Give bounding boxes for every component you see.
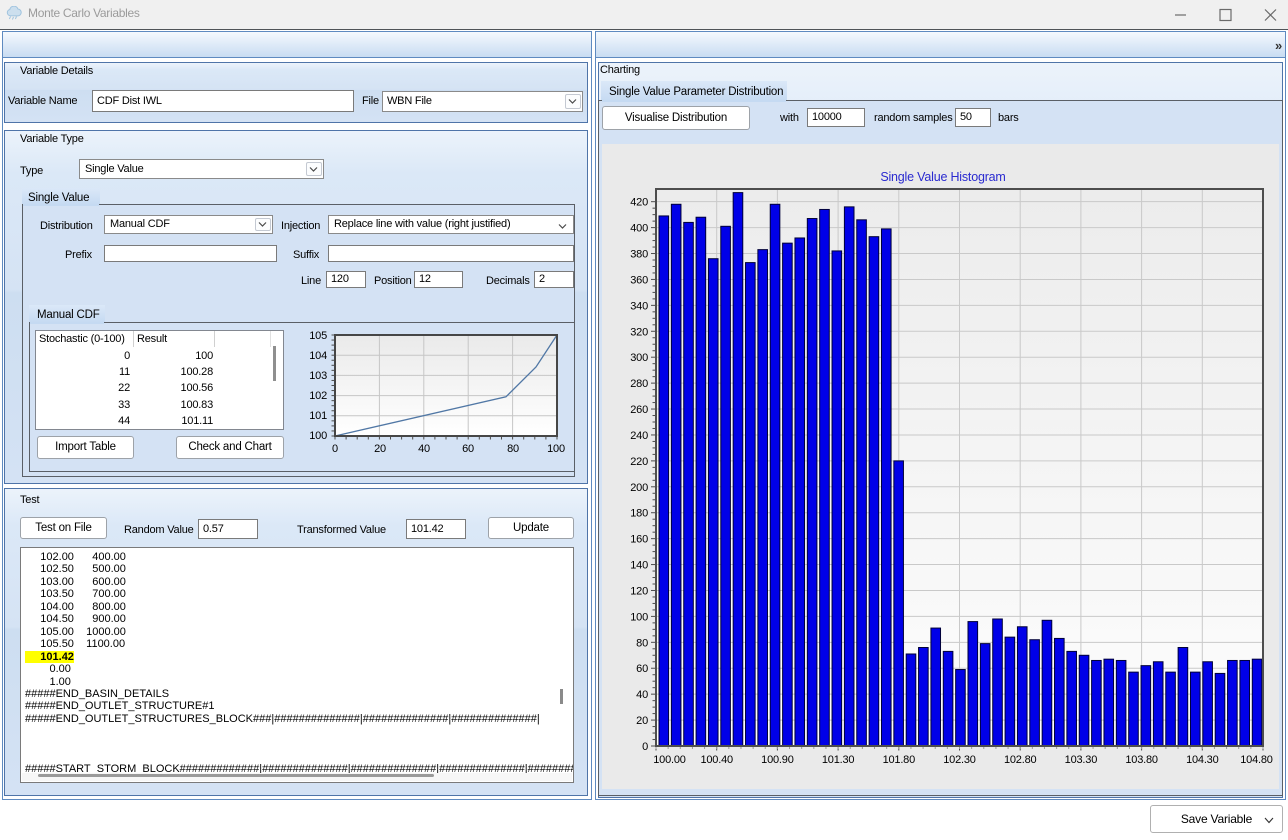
svg-text:101.80: 101.80 [883,754,916,766]
svg-text:40: 40 [418,443,430,455]
svg-text:103.80: 103.80 [1125,754,1158,766]
svg-text:Single Value Histogram: Single Value Histogram [880,170,1005,184]
svg-text:300: 300 [630,352,648,364]
svg-text:140: 140 [630,560,648,572]
svg-text:60: 60 [462,443,474,455]
svg-text:0: 0 [332,443,338,455]
svg-text:320: 320 [630,326,648,338]
svg-text:101.30: 101.30 [822,754,855,766]
svg-text:340: 340 [630,300,648,312]
svg-text:240: 240 [630,430,648,442]
svg-text:105: 105 [309,330,327,342]
svg-text:220: 220 [630,456,648,468]
svg-text:260: 260 [630,404,648,416]
svg-text:280: 280 [630,378,648,390]
svg-text:101: 101 [309,410,327,422]
svg-text:160: 160 [630,534,648,546]
svg-text:400: 400 [630,223,648,235]
svg-text:100: 100 [309,430,327,442]
svg-text:20: 20 [636,715,648,727]
svg-text:103: 103 [309,370,327,382]
svg-text:100.40: 100.40 [700,754,733,766]
svg-text:420: 420 [630,197,648,209]
svg-text:103.30: 103.30 [1065,754,1098,766]
svg-text:0: 0 [642,741,648,753]
svg-text:380: 380 [630,249,648,261]
svg-text:102.80: 102.80 [1004,754,1037,766]
svg-text:80: 80 [636,637,648,649]
svg-text:200: 200 [630,482,648,494]
svg-text:100: 100 [630,611,648,623]
svg-text:104: 104 [309,350,327,362]
svg-text:100.00: 100.00 [653,754,686,766]
svg-text:100: 100 [547,443,565,455]
svg-text:104.80: 104.80 [1240,754,1273,766]
svg-text:360: 360 [630,274,648,286]
svg-text:180: 180 [630,508,648,520]
svg-text:102.30: 102.30 [943,754,976,766]
svg-text:102: 102 [309,390,327,402]
svg-text:120: 120 [630,585,648,597]
svg-text:20: 20 [374,443,386,455]
svg-text:60: 60 [636,663,648,675]
svg-text:80: 80 [507,443,519,455]
svg-text:40: 40 [636,689,648,701]
svg-text:104.30: 104.30 [1186,754,1219,766]
svg-text:100.90: 100.90 [761,754,794,766]
